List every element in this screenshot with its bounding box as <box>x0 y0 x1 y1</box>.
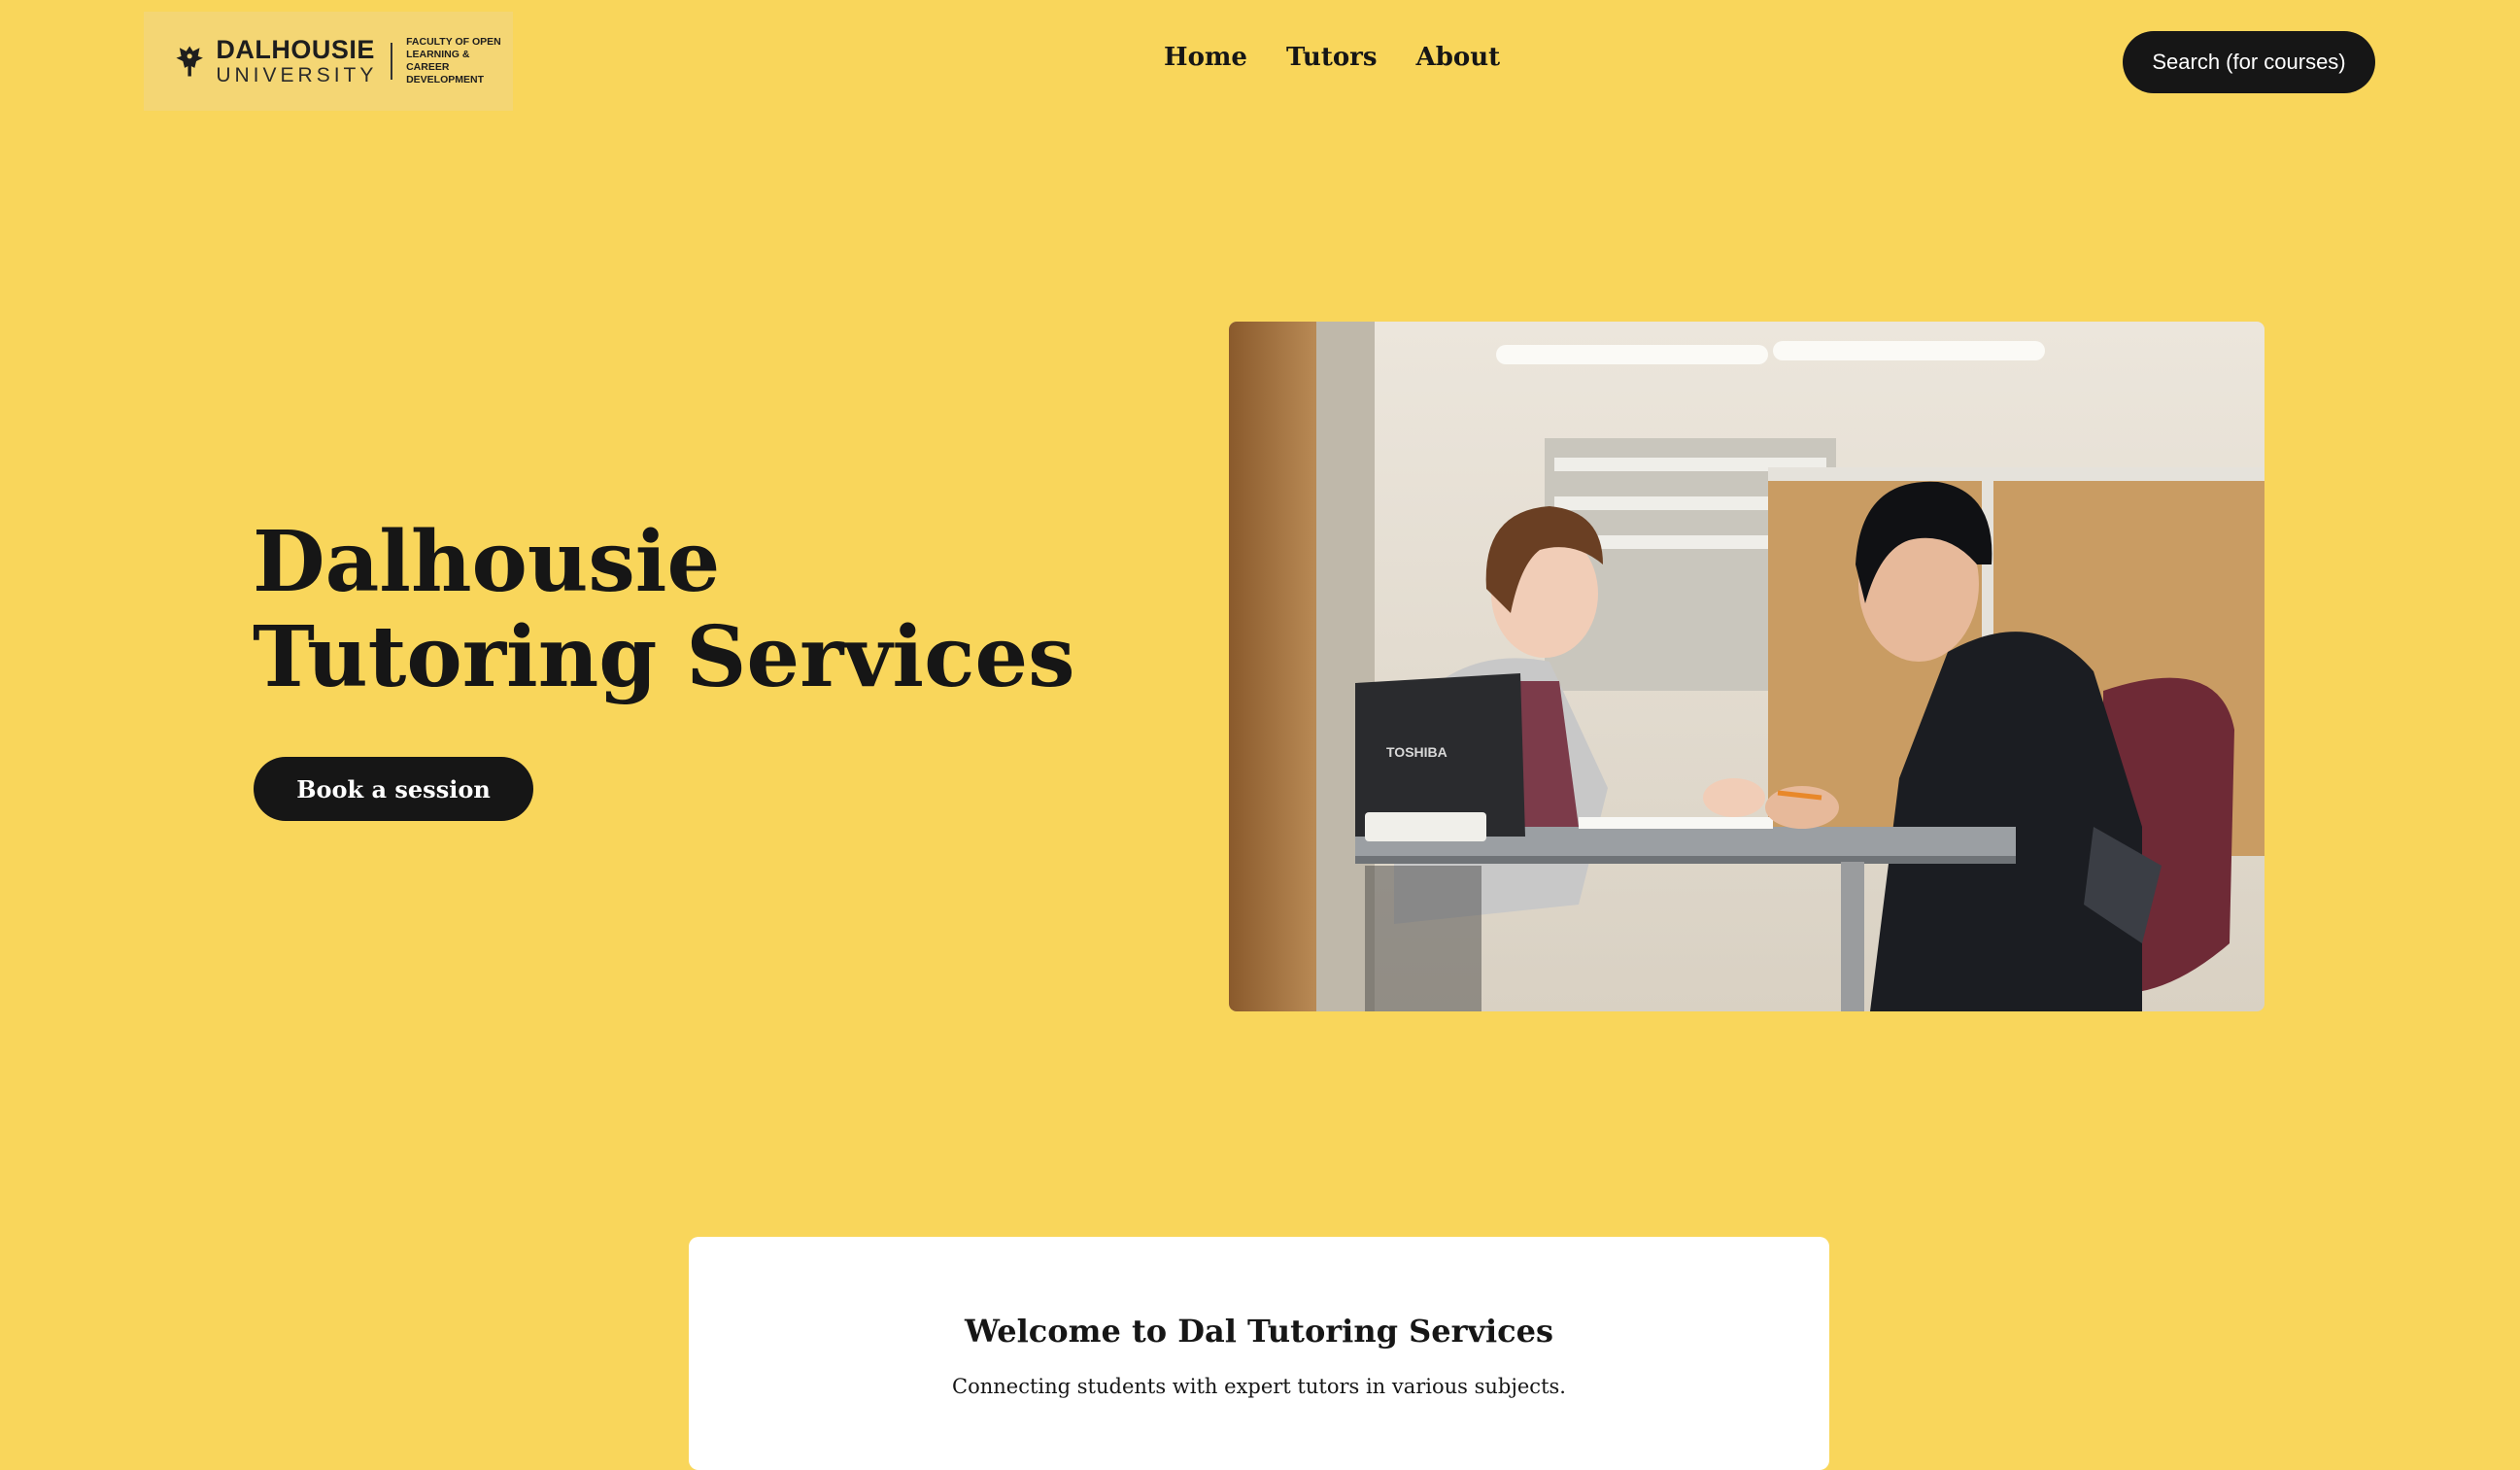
logo-divider <box>391 43 393 80</box>
book-session-button[interactable]: Book a session <box>254 757 533 821</box>
search-courses-button[interactable]: Search (for courses) <box>2123 31 2375 93</box>
hero-title-line1: Dalhousie <box>253 513 721 611</box>
welcome-subtitle: Connecting students with expert tutors i… <box>952 1375 1566 1398</box>
crest-icon <box>176 46 203 77</box>
main-nav: Home Tutors About <box>1164 43 1500 72</box>
nav-tutors[interactable]: Tutors <box>1286 43 1378 72</box>
nav-home[interactable]: Home <box>1164 43 1247 72</box>
hero-photo: TOSHIBA <box>1229 322 2265 1011</box>
nav-about[interactable]: About <box>1416 43 1501 72</box>
university-name-line1: DALHOUSIE <box>216 35 375 64</box>
welcome-card: Welcome to Dal Tutoring Services Connect… <box>689 1237 1829 1470</box>
faculty-name: FACULTY OF OPEN LEARNING & CAREER DEVELO… <box>406 36 501 85</box>
hero-title: Dalhousie Tutoring Services <box>253 515 1075 705</box>
tutoring-session-illustration: TOSHIBA <box>1229 322 2265 1011</box>
university-wordmark: DALHOUSIE UNIVERSITY <box>216 35 378 86</box>
hero-title-line2: Tutoring Services <box>253 608 1075 706</box>
welcome-title: Welcome to Dal Tutoring Services <box>964 1313 1554 1350</box>
university-logo[interactable]: DALHOUSIE UNIVERSITY FACULTY OF OPEN LEA… <box>144 12 513 111</box>
laptop-brand-label: TOSHIBA <box>1386 744 1447 760</box>
university-name-line2: UNIVERSITY <box>216 64 378 86</box>
